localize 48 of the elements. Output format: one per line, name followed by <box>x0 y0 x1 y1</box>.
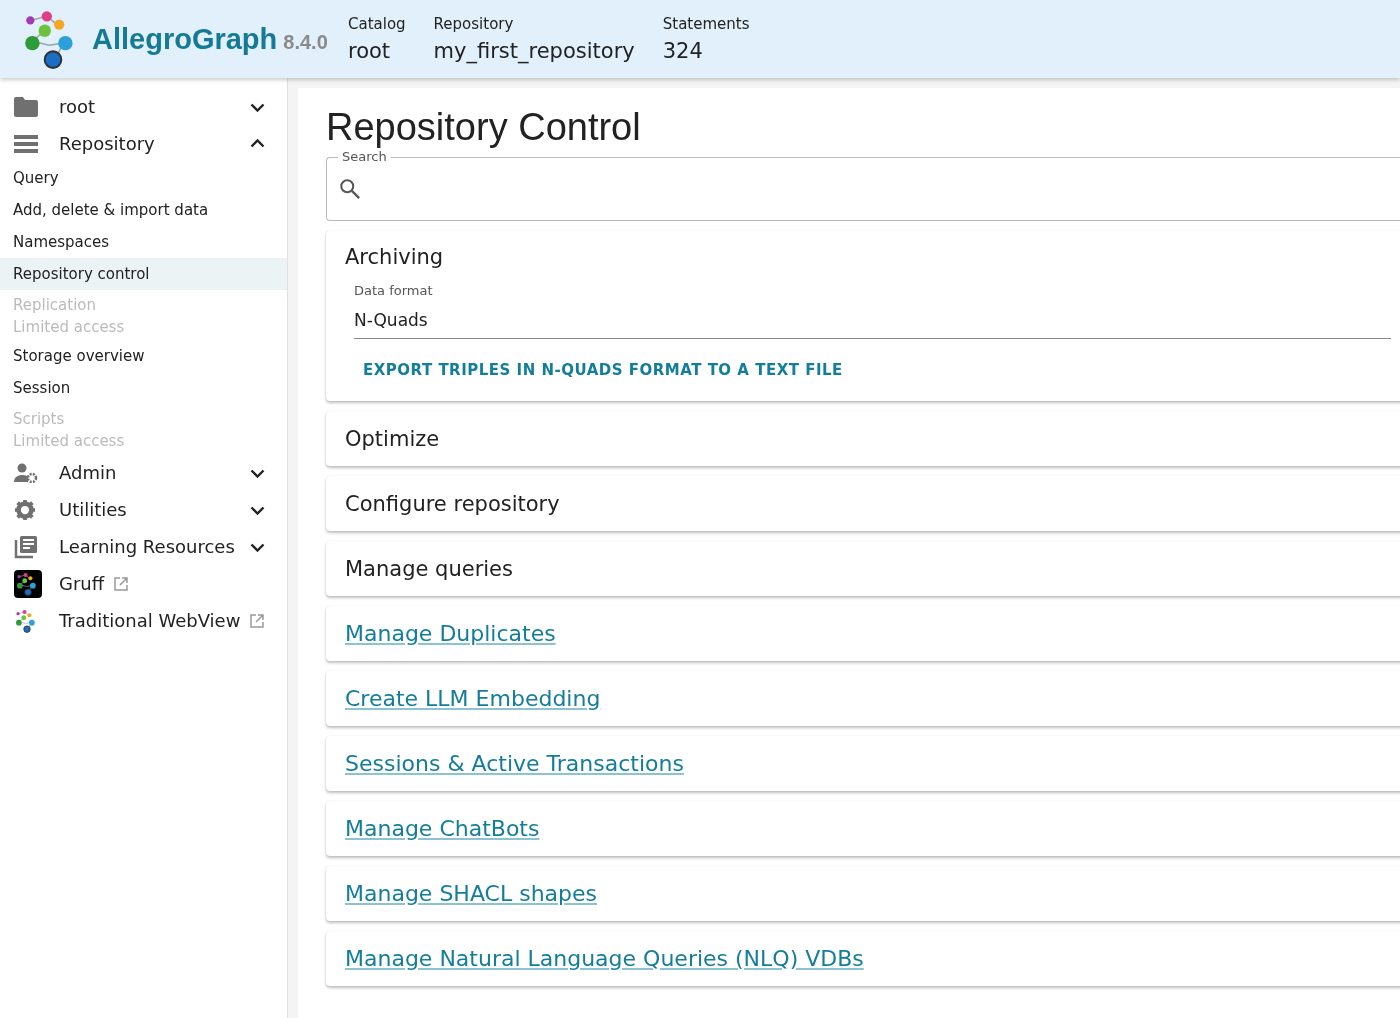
product-name: AllegroGraph <box>92 22 278 56</box>
collapsed-panel[interactable]: Optimize <box>326 411 1400 466</box>
external-link[interactable]: Traditional WebView <box>59 610 241 631</box>
sidebar-group[interactable]: Learning Resources <box>0 528 287 565</box>
sidebar-item[interactable]: Namespaces <box>0 226 287 258</box>
sidebar-item-disabled: Replication <box>13 296 97 314</box>
sidebar-group[interactable]: Repository <box>0 125 287 162</box>
panel-link[interactable]: Manage SHACL shapes <box>345 881 1391 906</box>
sidebar-group[interactable]: Admin <box>0 454 287 491</box>
header-value: my_first_repository <box>433 39 635 63</box>
panel-link[interactable]: Create LLM Embedding <box>345 686 1391 711</box>
sidebar-item[interactable]: Query <box>0 162 287 194</box>
external-link-icon <box>114 576 129 591</box>
collapsed-panel[interactable]: Configure repository <box>326 476 1400 531</box>
page-title: Repository Control <box>326 106 642 149</box>
sidebar-item[interactable]: Add, delete & import data <box>0 194 287 226</box>
sidebar-group[interactable]: Utilities <box>0 491 287 528</box>
user-gear-icon <box>14 462 38 483</box>
panel-title: Archiving <box>345 245 445 269</box>
sidebar-item-disabled: Scripts <box>13 410 66 428</box>
folder-icon <box>14 96 38 117</box>
sidebar-item[interactable]: Repository control <box>0 258 287 290</box>
sidebar-group[interactable]: root <box>0 88 287 125</box>
header-label: Statements <box>662 15 750 33</box>
version: 8.4.0 <box>283 30 328 54</box>
storage-icon <box>14 134 38 153</box>
library-icon <box>14 534 38 559</box>
external-link-icon <box>250 613 265 628</box>
panel-link[interactable]: Manage ChatBots <box>345 816 1391 841</box>
search-icon <box>339 178 361 200</box>
settings-icon <box>14 498 36 521</box>
sidebar-item[interactable]: Session <box>0 372 287 404</box>
data-format-select[interactable]: N-Quads <box>354 310 1391 339</box>
field-label: Data format <box>354 283 434 298</box>
export-button[interactable]: EXPORT TRIPLES IN N-QUADS FORMAT TO A TEXT FILE <box>354 353 852 387</box>
access-note: Limited access <box>13 432 126 450</box>
header-value: root <box>348 39 392 63</box>
access-note: Limited access <box>13 318 126 336</box>
panel-link[interactable]: Manage Duplicates <box>345 621 1391 646</box>
header-value: 324 <box>662 39 704 63</box>
panel-link[interactable]: Sessions & Active Transactions <box>345 751 1391 776</box>
external-link[interactable]: Gruff <box>59 573 105 594</box>
collapsed-panel[interactable]: Manage queries <box>326 541 1400 596</box>
header-label: Repository <box>433 15 515 33</box>
panel-link[interactable]: Manage Natural Language Queries (NLQ) VDBs <box>345 946 1391 971</box>
sidebar-item[interactable]: Storage overview <box>0 340 287 372</box>
header-label: Catalog <box>348 15 406 33</box>
app-icon <box>14 569 42 598</box>
